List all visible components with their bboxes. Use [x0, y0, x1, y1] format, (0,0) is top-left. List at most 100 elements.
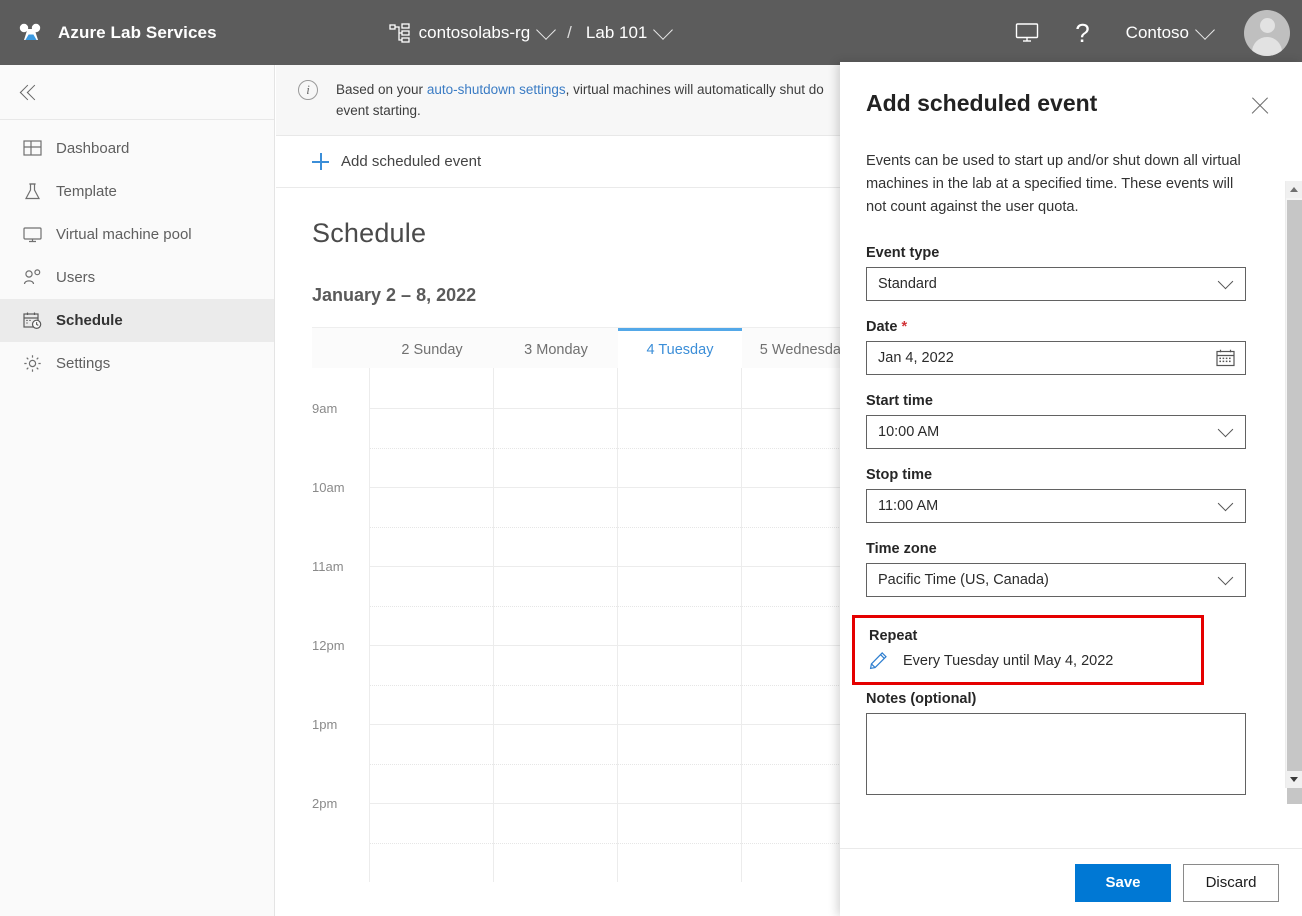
breadcrumb-resource-group[interactable]: contosolabs-rg	[419, 23, 554, 43]
calendar-day-header[interactable]: 2 Sunday	[370, 328, 494, 368]
calendar-cell[interactable]	[370, 487, 494, 566]
discard-button[interactable]: Discard	[1183, 864, 1279, 902]
field-start-time: Start time 10:00 AM	[866, 393, 1247, 449]
calendar-cell[interactable]	[618, 566, 742, 645]
calendar-cell[interactable]	[370, 368, 494, 408]
calendar-cell[interactable]	[494, 645, 618, 724]
breadcrumb-rg-label: contosolabs-rg	[419, 23, 531, 43]
sidebar-item-schedule[interactable]: Schedule	[0, 299, 274, 342]
header-actions: ? Contoso	[997, 0, 1302, 65]
repeat-highlight-box: Repeat Every Tuesday until May 4, 2022	[852, 615, 1204, 685]
flask-icon	[22, 182, 42, 202]
monitor-icon	[1015, 22, 1039, 43]
event-type-value: Standard	[878, 276, 1220, 292]
info-icon: i	[298, 80, 318, 100]
calendar-day-header-today[interactable]: 4 Tuesday	[618, 328, 742, 368]
panel-title: Add scheduled event	[866, 90, 1097, 117]
panel-footer: Save Discard	[840, 848, 1302, 916]
breadcrumb-separator: /	[567, 23, 572, 43]
calendar-cell[interactable]	[370, 408, 494, 487]
auto-shutdown-settings-link[interactable]: auto-shutdown settings	[427, 82, 566, 97]
field-stop-time: Stop time 11:00 AM	[866, 467, 1247, 523]
scroll-up-arrow-icon[interactable]	[1286, 181, 1302, 198]
panel-scrollbar[interactable]	[1285, 181, 1302, 788]
calendar-cell[interactable]	[618, 724, 742, 803]
tenant-selector[interactable]: Contoso	[1108, 0, 1230, 65]
notes-textarea[interactable]	[866, 713, 1246, 795]
calendar-time-label: 9am	[312, 408, 370, 487]
scrollbar-thumb[interactable]	[1287, 200, 1302, 804]
sidebar-item-label: Virtual machine pool	[56, 226, 192, 243]
sidebar-item-label: Dashboard	[56, 140, 129, 157]
help-button[interactable]: ?	[1057, 0, 1107, 65]
brand[interactable]: Azure Lab Services	[14, 16, 217, 50]
add-scheduled-event-button[interactable]: Add scheduled event	[312, 153, 481, 170]
breadcrumb-lab-label: Lab 101	[586, 23, 647, 43]
repeat-edit-row[interactable]: Every Tuesday until May 4, 2022	[869, 651, 1201, 670]
stop-time-value: 11:00 AM	[878, 498, 1220, 514]
time-zone-select[interactable]: Pacific Time (US, Canada)	[866, 563, 1246, 597]
chevron-down-icon	[653, 20, 673, 40]
calendar-cell[interactable]	[494, 408, 618, 487]
calendar-cell[interactable]	[494, 724, 618, 803]
save-button[interactable]: Save	[1075, 864, 1171, 902]
calendar-cell[interactable]	[618, 645, 742, 724]
start-time-select[interactable]: 10:00 AM	[866, 415, 1246, 449]
chevron-down-icon	[1195, 20, 1215, 40]
question-mark-icon: ?	[1075, 20, 1089, 46]
calendar-cell[interactable]	[370, 566, 494, 645]
avatar[interactable]	[1244, 10, 1290, 56]
banner-text: Based on your auto-shutdown settings, vi…	[336, 79, 824, 121]
calendar-cell[interactable]	[370, 645, 494, 724]
chevron-down-icon	[1218, 422, 1234, 438]
panel-form: Events can be used to start up and/or sh…	[866, 150, 1302, 795]
calendar-clock-icon	[22, 311, 42, 331]
calendar-cell[interactable]	[370, 803, 494, 882]
calendar-cell[interactable]	[370, 724, 494, 803]
calendar-icon[interactable]	[1216, 349, 1235, 367]
plus-icon	[312, 153, 329, 170]
left-sidebar: Dashboard Template Vir	[0, 65, 275, 916]
pencil-edit-icon[interactable]	[869, 651, 888, 670]
sidebar-nav: Dashboard Template Vir	[0, 120, 274, 385]
scroll-down-arrow-icon[interactable]	[1286, 771, 1302, 788]
sidebar-item-settings[interactable]: Settings	[0, 342, 274, 385]
calendar-cell[interactable]	[618, 803, 742, 882]
calendar-cell[interactable]	[494, 368, 618, 408]
add-scheduled-event-label: Add scheduled event	[341, 153, 481, 170]
required-asterisk: *	[901, 319, 907, 335]
calendar-cell[interactable]	[494, 487, 618, 566]
sidebar-item-dashboard[interactable]: Dashboard	[0, 127, 274, 170]
sidebar-item-users[interactable]: Users	[0, 256, 274, 299]
panel-description: Events can be used to start up and/or sh…	[866, 150, 1247, 219]
chevron-down-icon	[1218, 570, 1234, 586]
close-icon[interactable]	[1248, 94, 1272, 118]
stop-time-select[interactable]: 11:00 AM	[866, 489, 1246, 523]
date-input[interactable]: Jan 4, 2022	[866, 341, 1246, 375]
calendar-cell[interactable]	[618, 487, 742, 566]
calendar-day-header[interactable]: 3 Monday	[494, 328, 618, 368]
time-zone-label: Time zone	[866, 541, 1247, 557]
calendar-cell[interactable]	[618, 408, 742, 487]
date-label: Date *	[866, 319, 1247, 335]
sidebar-item-label: Settings	[56, 355, 110, 372]
calendar-cell[interactable]	[618, 368, 742, 408]
sidebar-item-virtual-machine-pool[interactable]: Virtual machine pool	[0, 213, 274, 256]
monitor-button[interactable]	[997, 0, 1057, 65]
sidebar-item-label: Template	[56, 183, 117, 200]
add-scheduled-event-panel: Add scheduled event Events can be used t…	[840, 62, 1302, 916]
calendar-cell[interactable]	[494, 803, 618, 882]
breadcrumb: contosolabs-rg / Lab 101	[389, 23, 671, 43]
calendar-gutter	[312, 328, 370, 368]
field-notes: Notes (optional)	[866, 691, 1247, 795]
sidebar-collapse-button[interactable]	[0, 65, 274, 119]
breadcrumb-lab[interactable]: Lab 101	[586, 23, 670, 43]
event-type-select[interactable]: Standard	[866, 267, 1246, 301]
calendar-time-label: 10am	[312, 487, 370, 566]
calendar-cell[interactable]	[494, 566, 618, 645]
sidebar-item-template[interactable]: Template	[0, 170, 274, 213]
gear-icon	[22, 354, 42, 374]
panel-header: Add scheduled event	[840, 62, 1302, 118]
monitor-icon	[22, 225, 42, 245]
start-time-value: 10:00 AM	[878, 424, 1220, 440]
